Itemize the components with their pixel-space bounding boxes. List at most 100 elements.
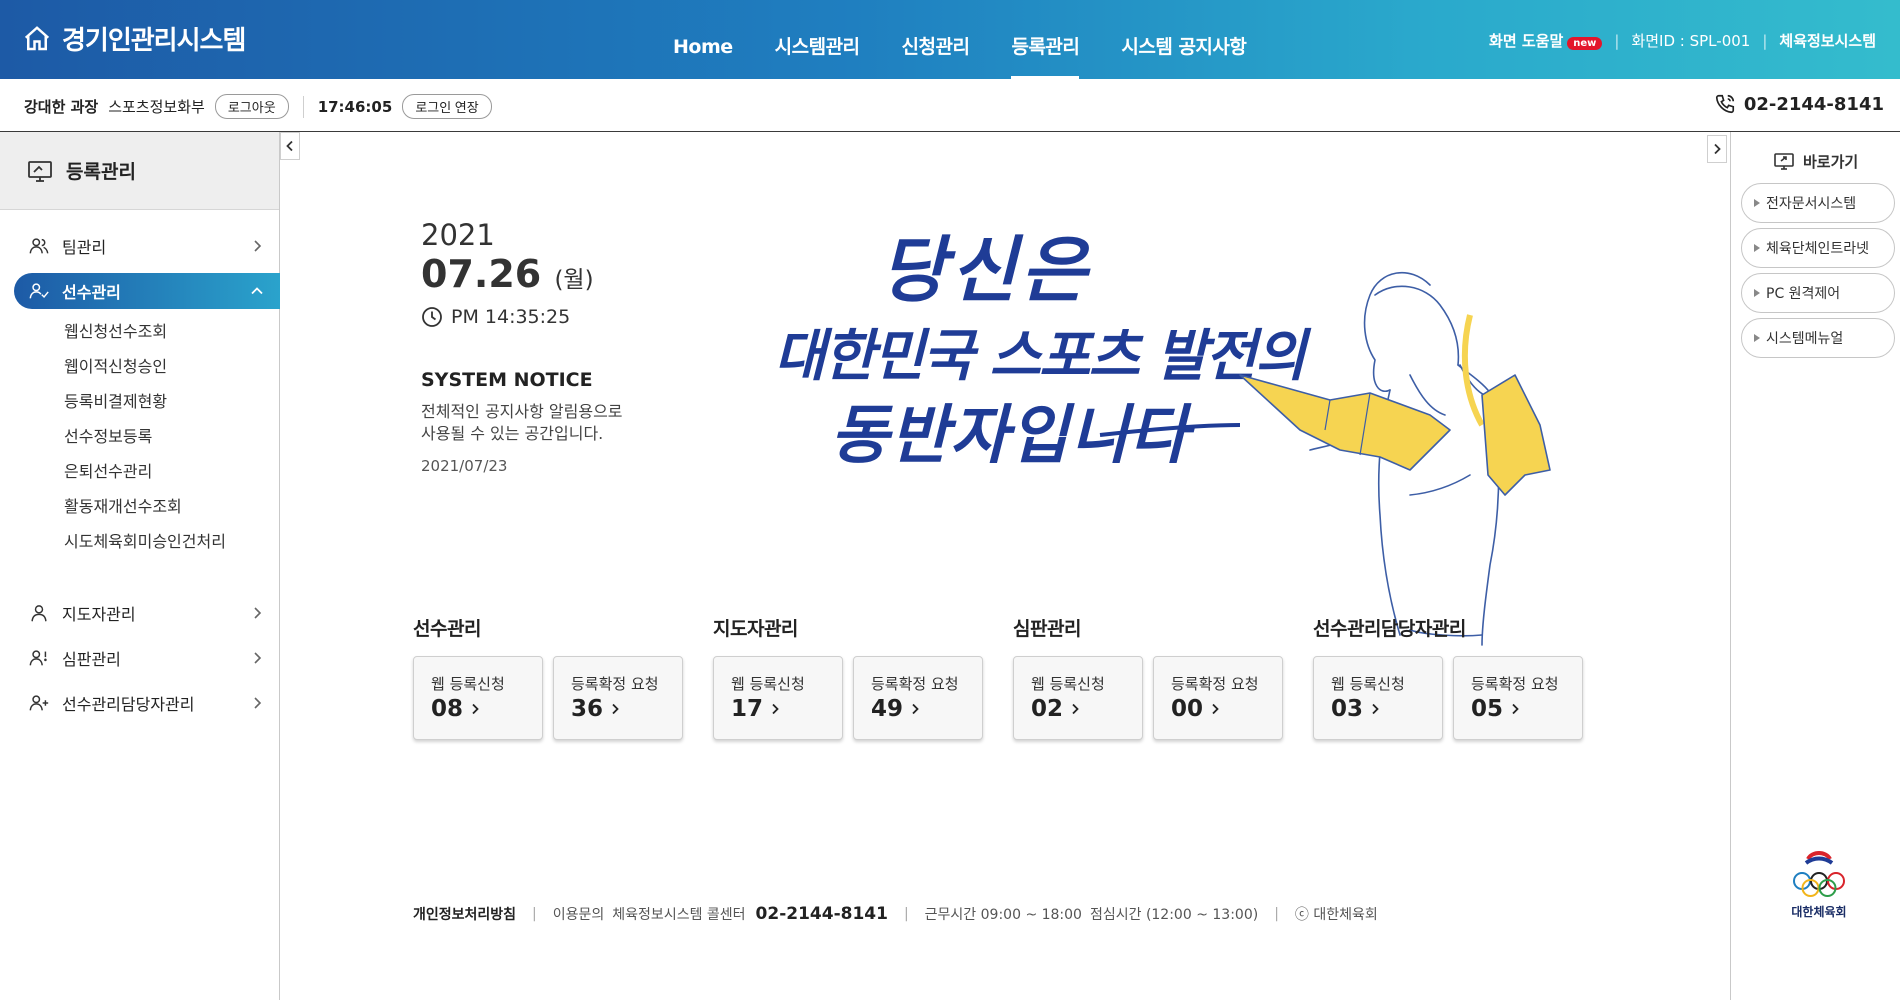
quick-card-label: 웹 등록신청 [431, 675, 505, 693]
lunch-hours: 점심시간 (12:00 ~ 13:00) [1089, 907, 1259, 923]
top-header: 경기인관리시스템 Home 시스템관리 신청관리 등록관리 시스템 공지사항 화… [0, 0, 1900, 79]
sidebar-item-label: 선수관리 [62, 283, 121, 302]
quick-card-label: 등록확정 요청 [1471, 675, 1559, 693]
quick-card-value: 02 [1031, 696, 1064, 722]
quick-card-web-registration[interactable]: 웹 등록신청 03 [1313, 656, 1443, 740]
quick-card-label: 웹 등록신청 [1331, 675, 1405, 693]
screen-help-link[interactable]: 화면 도움말 new [1489, 30, 1603, 51]
extend-login-button[interactable]: 로그인 연장 [402, 94, 492, 119]
chevron-right-icon [612, 703, 619, 715]
left-sidebar: 등록관리 팀관리 선수관리 웹신청선수조회 웹이적신청승인 등록비결제현황 선수… [0, 132, 280, 1000]
right-sidebar: 바로가기 전자문서시스템 체육단체인트라넷 PC 원격제어 시스템메뉴얼 대한체… [1730, 132, 1900, 1000]
nav-system-management[interactable]: 시스템관리 [754, 0, 881, 79]
submenu-web-transfer-approval[interactable]: 웹이적신청승인 [64, 349, 279, 384]
screen-help-label: 화면 도움말 [1489, 32, 1564, 50]
shortcut-sports-intranet[interactable]: 체육단체인트라넷 [1741, 228, 1895, 268]
quick-group-title: 지도자관리 [713, 618, 798, 640]
user-alert-icon [29, 650, 47, 666]
submenu-player-registration[interactable]: 선수정보등록 [64, 419, 279, 454]
home-icon [24, 25, 50, 50]
time-value: PM 14:35:25 [451, 306, 571, 328]
chevron-right-icon [912, 703, 919, 715]
shortcut-label: 체육단체인트라넷 [1766, 241, 1870, 257]
slogan-line-2: 대한민국 스포츠 발전의 [774, 324, 1312, 389]
shortcut-pc-remote-control[interactable]: PC 원격제어 [1741, 273, 1895, 313]
slogan-calligraphy: 당신은 대한민국 스포츠 발전의 동반자입니다 [774, 228, 1314, 473]
divider: | [1762, 31, 1768, 50]
hero-banner: 당신은 대한민국 스포츠 발전의 동반자입니다 [774, 228, 1551, 646]
quick-card-label: 등록확정 요청 [1171, 675, 1259, 693]
quick-card-web-registration[interactable]: 웹 등록신청 17 [713, 656, 843, 740]
submenu-unapproved-processing[interactable]: 시도체육회미승인건처리 [64, 524, 279, 559]
chevron-right-icon [772, 703, 779, 715]
monitor-icon [28, 160, 52, 182]
user-bar: 강대한 과장 스포츠정보화부 로그아웃 17:46:05 로그인 연장 02-2… [0, 79, 1900, 132]
user-check-icon [29, 283, 49, 299]
triangle-right-icon [1754, 289, 1760, 297]
work-hours: 근무시간 09:00 ~ 18:00 [924, 907, 1082, 923]
quick-card-confirm-request[interactable]: 등록확정 요청 00 [1153, 656, 1283, 740]
collapse-right-panel-button[interactable] [1707, 135, 1727, 163]
divider: | [532, 906, 537, 922]
quick-card-web-registration[interactable]: 웹 등록신청 08 [413, 656, 543, 740]
logout-button[interactable]: 로그아웃 [214, 94, 289, 119]
divider: | [903, 906, 909, 922]
app-logo[interactable]: 경기인관리시스템 [22, 20, 246, 57]
nav-application-management[interactable]: 신청관리 [881, 0, 991, 79]
quick-card-label: 등록확정 요청 [871, 675, 959, 693]
submenu-registration-fee-status[interactable]: 등록비결제현황 [64, 384, 279, 419]
clock-icon [422, 307, 442, 327]
chevron-right-icon [1512, 703, 1519, 715]
quick-card-label: 웹 등록신청 [731, 675, 805, 693]
slogan-line-1: 당신은 [880, 228, 1091, 312]
shortcut-system-manual[interactable]: 시스템메뉴얼 [1741, 318, 1895, 358]
quick-card-confirm-request[interactable]: 등록확정 요청 49 [853, 656, 983, 740]
sidebar-item-players[interactable]: 선수관리 [14, 273, 280, 309]
team-icon [29, 238, 49, 254]
triangle-right-icon [1754, 244, 1760, 252]
system-notice: SYSTEM NOTICE 전체적인 공지사항 알림용으로 사용될 수 있는 공… [421, 369, 681, 475]
monitor-link-icon [1774, 153, 1794, 170]
quick-card-confirm-request[interactable]: 등록확정 요청 36 [553, 656, 683, 740]
sidebar-item-label: 팀관리 [62, 238, 107, 257]
quick-group-coaches: 지도자관리 웹 등록신청 17 등록확정 요청 49 [713, 614, 983, 740]
notice-date: 2021/07/23 [421, 457, 508, 475]
phone-icon [1715, 94, 1734, 114]
submenu-web-applicant-search[interactable]: 웹신청선수조회 [64, 314, 279, 349]
user-icon [31, 605, 47, 622]
sidebar-item-team[interactable]: 팀관리 [14, 228, 280, 264]
quick-card-value: 17 [731, 696, 764, 722]
shortcut-label: 전자문서시스템 [1766, 196, 1857, 212]
notice-title: SYSTEM NOTICE [421, 369, 593, 391]
quick-card-label: 등록확정 요청 [571, 675, 659, 693]
footer: 개인정보처리방침 | 이용문의 체육정보시스템 콜센터 02-2144-8141… [413, 904, 1378, 924]
notice-line: 전체적인 공지사항 알림용으로 [421, 402, 623, 421]
shortcut-edocument-system[interactable]: 전자문서시스템 [1741, 183, 1895, 223]
quick-group-title: 선수관리 [413, 618, 481, 640]
sidebar-item-referees[interactable]: 심판관리 [14, 640, 280, 676]
nav-registration-management[interactable]: 등록관리 [990, 0, 1100, 79]
privacy-policy-link[interactable]: 개인정보처리방침 [413, 904, 516, 924]
quick-card-web-registration[interactable]: 웹 등록신청 02 [1013, 656, 1143, 740]
quick-group-player-managers: 선수관리담당자관리 웹 등록신청 03 등록확정 요청 05 [1313, 614, 1583, 740]
nav-system-notice[interactable]: 시스템 공지사항 [1100, 0, 1267, 79]
nav-home[interactable]: Home [652, 0, 754, 79]
sidebar-item-coaches[interactable]: 지도자관리 [14, 595, 280, 631]
user-plus-icon [29, 695, 49, 711]
chevron-right-icon [254, 697, 262, 709]
shortcut-header: 바로가기 [1731, 150, 1900, 172]
inquiry-label: 이용문의 [552, 907, 605, 923]
quick-card-confirm-request[interactable]: 등록확정 요청 05 [1453, 656, 1583, 740]
collapse-left-panel-button[interactable] [280, 132, 300, 160]
shortcut-label: PC 원격제어 [1766, 286, 1841, 302]
quick-card-value: 49 [871, 696, 904, 722]
submenu-reactivated-players[interactable]: 활동재개선수조회 [64, 489, 279, 524]
divider: | [1614, 31, 1620, 50]
submenu-retired-players[interactable]: 은퇴선수관리 [64, 454, 279, 489]
sidebar-item-player-managers[interactable]: 선수관리담당자관리 [14, 685, 280, 721]
sports-info-system-link[interactable]: 체육정보시스템 [1779, 30, 1876, 51]
chevron-right-icon [472, 703, 479, 715]
quick-group-referees: 심판관리 웹 등록신청 02 등록확정 요청 00 [1013, 614, 1283, 740]
triangle-right-icon [1754, 334, 1760, 342]
callcenter-label: 체육정보시스템 콜센터 [612, 907, 746, 923]
